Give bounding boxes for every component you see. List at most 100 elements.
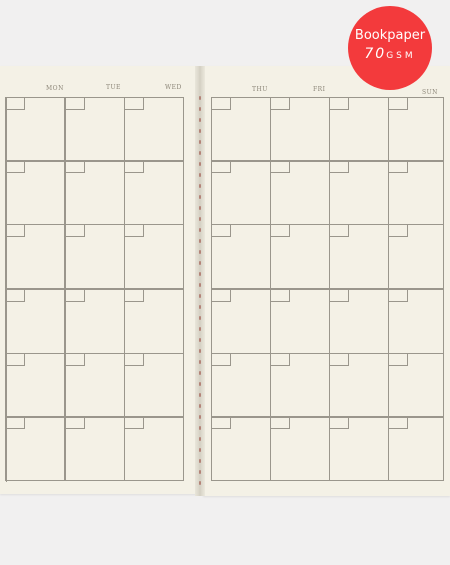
day-cell: [65, 289, 125, 354]
date-box: [65, 353, 85, 366]
stitch: [199, 272, 201, 276]
stitch: [199, 305, 201, 309]
day-cell: [124, 289, 184, 354]
day-cell: [211, 224, 271, 289]
stitch: [199, 118, 201, 122]
stitch: [199, 239, 201, 243]
stitch: [199, 162, 201, 166]
date-box: [211, 160, 231, 173]
day-cell: [5, 97, 65, 162]
date-box: [388, 160, 408, 173]
stitch: [199, 195, 201, 199]
stitch: [199, 360, 201, 364]
stitch: [199, 96, 201, 100]
day-cell: [388, 416, 444, 481]
stitch: [199, 228, 201, 232]
date-box: [65, 97, 85, 110]
stitch: [199, 470, 201, 474]
date-box: [211, 97, 231, 110]
day-cell: [211, 97, 271, 162]
stitch: [199, 184, 201, 188]
date-box: [388, 97, 408, 110]
day-cell: [65, 97, 125, 162]
day-cell: [211, 160, 271, 225]
date-box: [124, 224, 144, 237]
stitch: [199, 107, 201, 111]
date-box: [211, 224, 231, 237]
date-box: [211, 289, 231, 302]
date-box: [124, 289, 144, 302]
date-box: [5, 97, 25, 110]
date-box: [124, 416, 144, 429]
stitch: [199, 140, 201, 144]
day-cell: [329, 160, 389, 225]
day-cell: [211, 353, 271, 418]
day-cell: [388, 160, 444, 225]
stitch: [199, 173, 201, 177]
stitch: [199, 448, 201, 452]
stitch: [199, 404, 201, 408]
day-cell: [124, 160, 184, 225]
day-label-fri: FRI: [313, 86, 326, 93]
badge-title: Bookpaper: [354, 28, 426, 43]
day-cell: [388, 289, 444, 354]
day-cell: [270, 353, 330, 418]
date-box: [270, 160, 290, 173]
stitch: [199, 206, 201, 210]
day-cell: [270, 416, 330, 481]
date-box: [5, 416, 25, 429]
stitch: [199, 129, 201, 133]
date-box: [329, 289, 349, 302]
date-box: [388, 289, 408, 302]
stitch: [199, 393, 201, 397]
date-box: [65, 224, 85, 237]
stitch: [199, 382, 201, 386]
day-cell: [65, 353, 125, 418]
stitch: [199, 371, 201, 375]
stitch: [199, 327, 201, 331]
date-box: [270, 224, 290, 237]
date-box: [124, 160, 144, 173]
day-cell: [211, 289, 271, 354]
date-box: [65, 289, 85, 302]
day-cell: [270, 160, 330, 225]
day-label-sun: SUN: [422, 89, 438, 96]
badge-weight-number: 70: [364, 46, 387, 62]
grid-left-edge: [0, 97, 7, 482]
day-cell: [5, 224, 65, 289]
stitch: [199, 459, 201, 463]
day-cell: [124, 416, 184, 481]
day-cell: [329, 353, 389, 418]
date-box: [270, 289, 290, 302]
date-box: [5, 224, 25, 237]
stitch: [199, 261, 201, 265]
day-cell: [65, 224, 125, 289]
day-cell: [270, 97, 330, 162]
day-cell: [5, 160, 65, 225]
date-box: [5, 160, 25, 173]
day-cell: [65, 416, 125, 481]
stitch: [199, 415, 201, 419]
stitch: [199, 426, 201, 430]
day-cell: [65, 160, 125, 225]
day-cell: [388, 97, 444, 162]
stitch: [199, 316, 201, 320]
date-box: [5, 289, 25, 302]
day-cell: [124, 353, 184, 418]
day-cell: [124, 97, 184, 162]
stitch: [199, 349, 201, 353]
date-box: [124, 97, 144, 110]
date-box: [211, 416, 231, 429]
day-label-tue: TUE: [106, 84, 121, 91]
date-box: [388, 416, 408, 429]
stitch: [199, 437, 201, 441]
day-cell: [329, 97, 389, 162]
day-cell: [388, 224, 444, 289]
date-box: [270, 416, 290, 429]
stitch: [199, 294, 201, 298]
date-box: [270, 97, 290, 110]
day-cell: [5, 353, 65, 418]
badge-weight-unit: GSM: [386, 51, 416, 61]
date-box: [388, 224, 408, 237]
stitch: [199, 250, 201, 254]
